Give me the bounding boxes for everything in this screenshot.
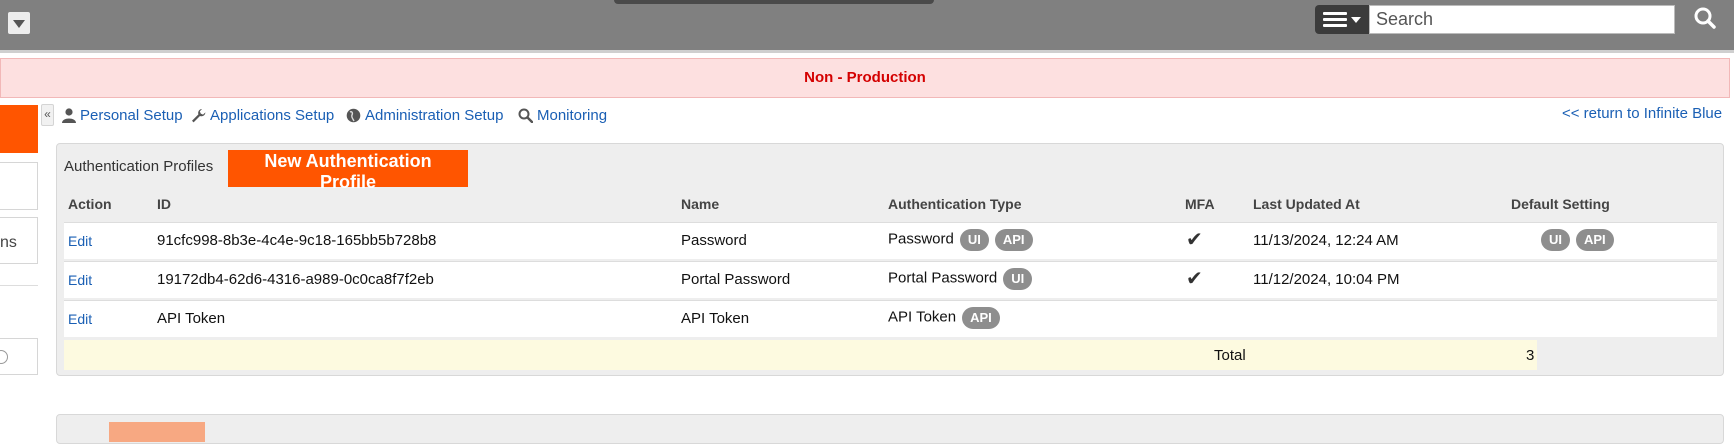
edit-link[interactable]: Edit — [68, 272, 92, 288]
secondary-panel — [56, 414, 1724, 444]
auth-type-cell: API Token API — [888, 307, 1000, 329]
center-handle[interactable] — [614, 0, 934, 4]
collapse-sidebar-button[interactable]: « — [41, 104, 54, 126]
total-row — [64, 340, 1537, 370]
auth-type: API Token — [888, 308, 957, 326]
auth-type-cell: Password UI API — [888, 229, 1033, 251]
api-badge: API — [994, 229, 1033, 251]
total-value: 3 — [1526, 347, 1535, 364]
auth-type: Password — [888, 230, 954, 248]
environment-banner: Non - Production — [0, 58, 1730, 98]
ui-badge: UI — [959, 229, 989, 251]
secondary-panel-button[interactable] — [109, 422, 205, 442]
profile-id: API Token — [157, 310, 226, 327]
api-badge: API — [962, 307, 1000, 329]
column-header-last-updated[interactable]: Last Updated At — [1253, 196, 1360, 212]
nav-administration-setup[interactable]: Administration Setup — [346, 105, 503, 125]
sidebar-item[interactable] — [0, 162, 38, 210]
ui-badge: UI — [1003, 268, 1033, 290]
nav-label: Monitoring — [537, 106, 608, 124]
chevron-down-icon[interactable] — [8, 12, 30, 34]
mfa-check-icon: ✔ — [1186, 229, 1203, 251]
edit-link[interactable]: Edit — [68, 311, 92, 327]
nav-label: Applications Setup — [210, 106, 335, 124]
profile-id: 91cfc998-8b3e-4c4e-9c18-165bb5b728b8 — [157, 232, 437, 249]
profile-name: Password — [681, 232, 747, 249]
nav-label: Personal Setup — [80, 106, 183, 124]
profile-id: 19172db4-62d6-4316-a989-0c0ca8f7f2eb — [157, 271, 434, 288]
ui-badge: UI — [1541, 229, 1570, 251]
user-icon — [62, 107, 76, 123]
hamburger-menu-icon[interactable] — [1315, 5, 1369, 34]
column-header-default-setting[interactable]: Default Setting — [1511, 196, 1610, 212]
api-badge: API — [1576, 229, 1614, 251]
auth-type: Portal Password — [888, 269, 998, 287]
column-header-mfa[interactable]: MFA — [1185, 196, 1215, 212]
panel-title: Authentication Profiles — [64, 158, 214, 175]
edit-link[interactable]: Edit — [68, 233, 92, 249]
nav-label: Administration Setup — [365, 106, 504, 124]
top-bar-divider — [0, 50, 1734, 53]
auth-type-cell: Portal Password UI — [888, 268, 1033, 290]
total-label: Total — [1214, 347, 1246, 364]
last-updated: 11/13/2024, 12:24 AM — [1253, 232, 1399, 249]
sidebar-active-item[interactable] — [0, 105, 38, 153]
last-updated: 11/12/2024, 10:04 PM — [1253, 271, 1400, 288]
return-link[interactable]: << return to Infinite Blue — [1562, 105, 1722, 122]
column-header-action[interactable]: Action — [68, 196, 112, 212]
new-authentication-profile-button[interactable]: New Authentication Profile — [228, 150, 468, 192]
nav-monitoring[interactable]: Monitoring — [518, 105, 607, 125]
wrench-icon — [192, 108, 206, 122]
column-header-authentication-type[interactable]: Authentication Type — [888, 196, 1022, 212]
search-icon[interactable] — [1692, 6, 1718, 32]
nav-personal-setup[interactable]: Personal Setup — [62, 105, 183, 125]
search-input[interactable] — [1369, 5, 1675, 34]
column-header-id[interactable]: ID — [157, 196, 171, 212]
profile-name: API Token — [681, 310, 750, 327]
nav-applications-setup[interactable]: Applications Setup — [191, 105, 334, 125]
mfa-check-icon: ✔ — [1186, 268, 1203, 290]
globe-icon — [346, 108, 361, 122]
profile-name: Portal Password — [681, 271, 791, 288]
sidebar-item-label: ns — [0, 234, 17, 251]
column-header-name[interactable]: Name — [681, 196, 719, 212]
search-icon — [518, 108, 533, 123]
default-setting-cell: UI API — [1541, 229, 1614, 251]
sidebar-divider — [0, 285, 38, 286]
